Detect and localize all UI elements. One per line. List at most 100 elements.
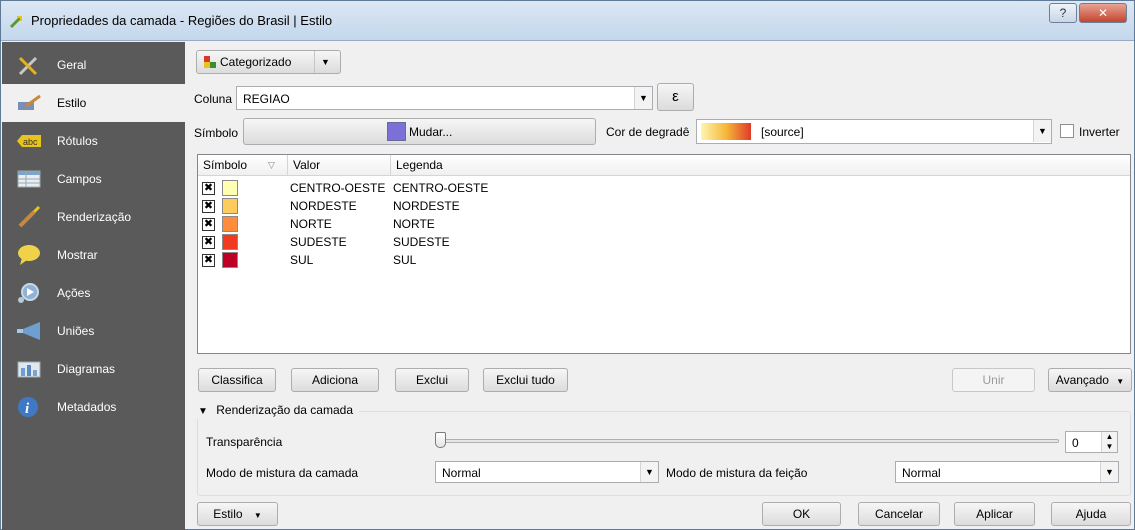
chevron-down-icon: ▼: [640, 462, 658, 482]
table-row[interactable]: ✖ SUL SUL: [198, 251, 1130, 269]
symbol-label: Símbolo: [194, 126, 239, 140]
symbol-swatch: [387, 122, 406, 141]
advanced-label: Avançado: [1055, 373, 1109, 387]
svg-text:abc: abc: [23, 137, 38, 147]
spin-arrows-icon[interactable]: ▲ ▼: [1101, 432, 1117, 452]
sidebar-item-estilo[interactable]: Estilo: [2, 84, 185, 122]
layer-rendering-toggle[interactable]: ▼ Renderização da camada: [194, 403, 360, 419]
help-button[interactable]: Ajuda: [1051, 502, 1131, 526]
join-button[interactable]: Unir: [952, 368, 1035, 392]
apply-button[interactable]: Aplicar: [954, 502, 1035, 526]
table-row[interactable]: ✖ SUDESTE SUDESTE: [198, 233, 1130, 251]
sidebar-item-mostrar[interactable]: Mostrar: [2, 236, 185, 274]
sidebar-item-label: Campos: [57, 172, 102, 186]
delete-category-button[interactable]: Exclui: [395, 368, 469, 392]
table-row[interactable]: ✖ NORDESTE NORDESTE: [198, 197, 1130, 215]
sidebar-item-label: Mostrar: [57, 248, 98, 262]
brush-icon: [18, 206, 41, 228]
header-value[interactable]: Valor: [288, 155, 391, 176]
ok-button[interactable]: OK: [762, 502, 841, 526]
chevron-down-icon: ▼: [1116, 377, 1125, 386]
header-symbol[interactable]: Símbolo ▽: [198, 155, 288, 176]
sidebar-item-campos[interactable]: Campos: [2, 160, 185, 198]
join-icon: [17, 322, 40, 340]
advanced-button[interactable]: Avançado ▼: [1048, 368, 1132, 392]
color-ramp-select[interactable]: [source] ▼: [696, 119, 1052, 144]
visibility-checkbox[interactable]: ✖: [202, 254, 215, 267]
visibility-checkbox[interactable]: ✖: [202, 200, 215, 213]
transparency-slider[interactable]: [439, 439, 1059, 443]
close-window-button[interactable]: ✕: [1079, 3, 1127, 23]
categorized-icon: [204, 56, 216, 68]
category-color-swatch[interactable]: [222, 234, 238, 250]
invert-checkbox[interactable]: [1060, 124, 1074, 138]
category-color-swatch[interactable]: [222, 216, 238, 232]
sidebar-item-label: Diagramas: [57, 362, 116, 376]
cancel-button[interactable]: Cancelar: [858, 502, 940, 526]
category-legend[interactable]: SUL: [393, 253, 416, 267]
layer-blend-value: Normal: [442, 466, 481, 480]
gear-play-icon: [18, 283, 39, 303]
layer-blend-select[interactable]: Normal ▼: [435, 461, 659, 483]
sidebar-item-geral[interactable]: Geral: [2, 46, 185, 84]
category-color-swatch[interactable]: [222, 180, 238, 196]
category-color-swatch[interactable]: [222, 198, 238, 214]
visibility-checkbox[interactable]: ✖: [202, 236, 215, 249]
chevron-down-icon: ▼: [253, 511, 262, 520]
category-legend[interactable]: CENTRO-OESTE: [393, 181, 488, 195]
sidebar-item-label: Ações: [57, 286, 91, 300]
sidebar-item-rotulos[interactable]: abc Rótulos: [2, 122, 185, 160]
classify-button[interactable]: Classifica: [198, 368, 276, 392]
category-legend[interactable]: NORTE: [393, 217, 435, 231]
collapse-arrow-icon: ▼: [198, 406, 208, 417]
info-icon: i: [18, 397, 38, 417]
speech-bubble-icon: [18, 245, 40, 265]
transparency-slider-handle[interactable]: [435, 432, 446, 448]
transparency-spinbox[interactable]: 0 ▲ ▼: [1065, 431, 1118, 453]
chevron-down-icon: ▼: [1100, 462, 1118, 482]
sidebar-item-diagramas[interactable]: Diagramas: [2, 350, 185, 388]
feature-blend-value: Normal: [902, 466, 941, 480]
paint-brush-icon: [18, 94, 41, 110]
chevron-down-icon: ▼: [634, 87, 652, 109]
help-title-button[interactable]: ?: [1049, 3, 1077, 23]
delete-all-button[interactable]: Exclui tudo: [483, 368, 568, 392]
table-row[interactable]: ✖ CENTRO-OESTE CENTRO-OESTE: [198, 179, 1130, 197]
sidebar-item-acoes[interactable]: Ações: [2, 274, 185, 312]
transparency-value: 0: [1072, 436, 1079, 450]
category-value: SUL: [290, 253, 314, 267]
qgis-icon: [9, 15, 23, 29]
style-menu-button[interactable]: Estilo ▼: [197, 502, 278, 526]
visibility-checkbox[interactable]: ✖: [202, 182, 215, 195]
sidebar-item-metadados[interactable]: i Metadados: [2, 388, 185, 426]
invert-label: Inverter: [1079, 125, 1120, 139]
transparency-label: Transparência: [206, 435, 283, 449]
column-select[interactable]: REGIAO ▼: [236, 86, 653, 110]
categories-table[interactable]: Símbolo ▽ Valor Legenda ✖ CENTRO-OESTE C…: [197, 154, 1131, 354]
category-value: NORTE: [290, 217, 332, 231]
add-category-button[interactable]: Adiciona: [291, 368, 379, 392]
sidebar-item-label: Estilo: [57, 96, 87, 110]
category-value: CENTRO-OESTE: [290, 181, 386, 195]
sidebar-item-label: Uniões: [57, 324, 95, 338]
header-legend[interactable]: Legenda: [391, 155, 1130, 176]
sidebar-item-unioes[interactable]: Uniões: [2, 312, 185, 350]
change-symbol-button[interactable]: Mudar...: [243, 118, 596, 145]
table-row[interactable]: ✖ NORTE NORTE: [198, 215, 1130, 233]
sidebar-item-label: Metadados: [57, 400, 117, 414]
renderer-type-value: Categorizado: [220, 55, 292, 69]
category-legend[interactable]: NORDESTE: [393, 199, 460, 213]
category-legend[interactable]: SUDESTE: [393, 235, 450, 249]
sidebar: Geral Estilo abc Rótulos Campos Renderiz…: [2, 42, 185, 530]
feature-blend-select[interactable]: Normal ▼: [895, 461, 1119, 483]
category-color-swatch[interactable]: [222, 252, 238, 268]
window-title: Propriedades da camada - Regiões do Bras…: [31, 13, 333, 28]
color-ramp-preview: [701, 123, 751, 140]
expression-button[interactable]: ε: [657, 83, 694, 111]
chart-icon: [17, 361, 41, 378]
renderer-type-dropdown[interactable]: Categorizado ▼: [196, 50, 341, 74]
layer-properties-dialog: Propriedades da camada - Regiões do Bras…: [0, 0, 1135, 530]
sidebar-item-renderizacao[interactable]: Renderização: [2, 198, 185, 236]
visibility-checkbox[interactable]: ✖: [202, 218, 215, 231]
sidebar-item-label: Renderização: [57, 210, 132, 224]
